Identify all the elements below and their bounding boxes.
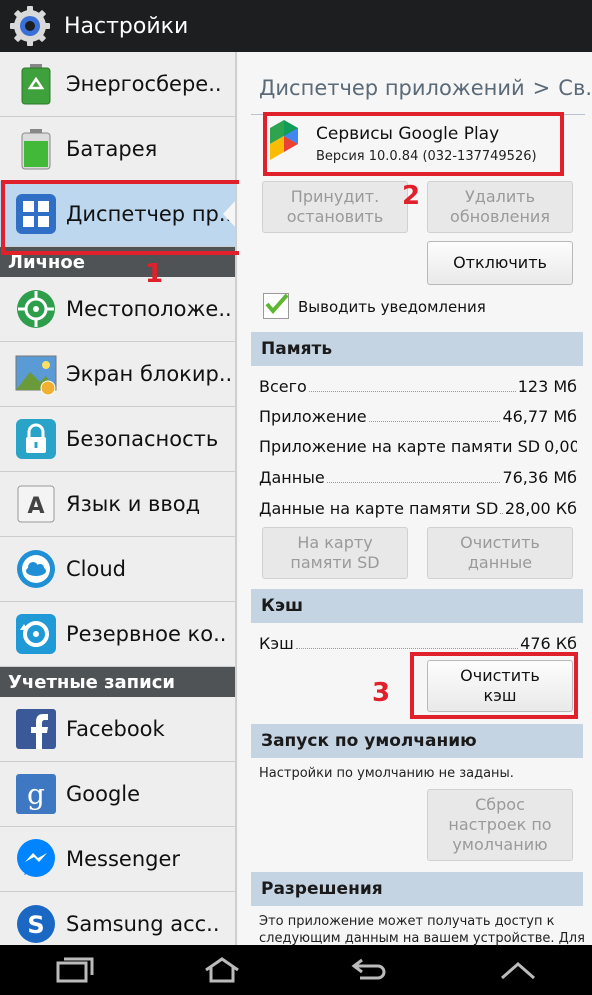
- permissions-note-line-2: следующим данным на вашем устройстве. Дл…: [259, 931, 585, 945]
- sidebar-item-facebook[interactable]: Facebook: [0, 697, 235, 762]
- memory-section-header: Память: [251, 332, 583, 366]
- sidebar-item-location[interactable]: Местоположе..: [0, 277, 235, 342]
- memory-row-app-sd: Приложение на карте памяти SD0,00 I: [259, 437, 577, 456]
- sidebar-item-lockscreen[interactable]: Экран блокир..: [0, 342, 235, 407]
- clear-data-button[interactable]: Очистить данные: [427, 527, 573, 579]
- system-nav-bar: [0, 945, 592, 995]
- cache-row: Кэш 476 Кб: [259, 634, 577, 653]
- battery-icon: [21, 129, 51, 170]
- facebook-icon: [16, 709, 56, 749]
- breadcrumb-chevron-icon: >: [532, 76, 551, 100]
- lock-icon: [16, 419, 56, 459]
- svg-text:A: A: [27, 494, 44, 519]
- uninstall-updates-button[interactable]: Удалить обновления: [427, 181, 573, 233]
- section-header-accounts: Учетные записи: [0, 667, 235, 697]
- sidebar-item-battery[interactable]: Батарея: [0, 117, 235, 182]
- cache-section-header: Кэш: [251, 589, 583, 623]
- annotation-number-3: 3: [372, 678, 391, 708]
- checkmark-icon: [265, 293, 289, 315]
- app-name: Сервисы Google Play: [316, 124, 500, 144]
- memory-row-app: Приложение 46,77 Мб: [259, 407, 577, 426]
- defaults-note: Настройки по умолчанию не заданы.: [259, 766, 514, 781]
- settings-sidebar: Энергосбере.. Батарея Диспетчер пр.. Лич…: [0, 52, 237, 945]
- messenger-icon: [17, 839, 55, 877]
- sidebar-item-samsung-account[interactable]: S Samsung acc..: [0, 892, 235, 945]
- keyboard-a-icon: A: [17, 485, 55, 523]
- sidebar-item-google[interactable]: g Google: [0, 762, 235, 827]
- app-version: Версия 10.0.84 (032-137749526): [316, 149, 537, 164]
- disable-button[interactable]: Отключить: [427, 241, 573, 285]
- show-notifications-label: Выводить уведомления: [298, 298, 486, 316]
- sidebar-item-app-manager[interactable]: Диспетчер пр..: [0, 182, 235, 247]
- google-icon: g: [16, 774, 56, 814]
- annotation-number-2: 2: [402, 181, 421, 211]
- sidebar-item-cloud[interactable]: Cloud: [0, 537, 235, 602]
- breadcrumb-parent[interactable]: Диспетчер приложений: [259, 76, 525, 100]
- chevron-up-icon: [501, 962, 535, 980]
- back-button[interactable]: [340, 950, 400, 990]
- page-title: Настройки: [64, 13, 189, 39]
- action-bar: Настройки: [0, 0, 592, 52]
- recycle-battery-icon: [21, 64, 51, 105]
- sidebar-item-security[interactable]: Безопасность: [0, 407, 235, 472]
- sidebar-item-language-input[interactable]: A Язык и ввод: [0, 472, 235, 537]
- svg-text:S: S: [27, 911, 44, 939]
- show-notifications-checkbox[interactable]: [263, 293, 289, 319]
- permissions-section-header: Разрешения: [251, 872, 583, 906]
- samsung-icon: S: [17, 905, 55, 943]
- sidebar-item-messenger[interactable]: Messenger: [0, 827, 235, 892]
- settings-gear-icon[interactable]: [4, 0, 56, 52]
- annotation-number-1: 1: [145, 259, 164, 289]
- memory-row-data-sd: Данные на карте памяти SD 28,00 Кб: [259, 499, 577, 518]
- cloud-icon: [17, 550, 55, 588]
- section-header-personal: Личное: [0, 247, 235, 277]
- clear-cache-button[interactable]: Очистить кэш: [427, 660, 573, 712]
- selected-pointer-icon: [223, 201, 235, 227]
- move-to-sd-button[interactable]: На карту памяти SD: [262, 527, 408, 579]
- recent-apps-icon: [56, 957, 94, 983]
- home-button[interactable]: [192, 950, 252, 990]
- memory-row-data: Данные 76,36 Мб: [259, 468, 577, 487]
- breadcrumb: Диспетчер приложений > Св..: [259, 76, 592, 100]
- home-icon: [205, 957, 239, 983]
- sidebar-item-backup[interactable]: Резервное ко..: [0, 602, 235, 667]
- svg-text:g: g: [27, 778, 45, 811]
- backup-icon: [16, 614, 56, 654]
- location-icon: [17, 290, 55, 328]
- breadcrumb-divider: [251, 114, 585, 115]
- force-stop-button[interactable]: Принудит. остановить: [262, 181, 408, 233]
- sidebar-item-power-saving[interactable]: Энергосбере..: [0, 52, 235, 117]
- recent-apps-button[interactable]: [44, 950, 104, 990]
- app-grid-icon: [16, 194, 56, 234]
- menu-up-button[interactable]: [488, 950, 548, 990]
- back-arrow-icon: [351, 958, 386, 980]
- google-play-services-icon: [270, 120, 298, 160]
- memory-row-total: Всего 123 Мб: [259, 377, 577, 396]
- reset-defaults-button[interactable]: Сброс настроек по умолчанию: [427, 789, 573, 861]
- lockscreen-icon: [15, 355, 57, 396]
- permissions-note-line-1: Это приложение может получать доступ к: [259, 914, 555, 929]
- defaults-section-header: Запуск по умолчанию: [251, 724, 583, 758]
- breadcrumb-current: Св..: [558, 76, 592, 100]
